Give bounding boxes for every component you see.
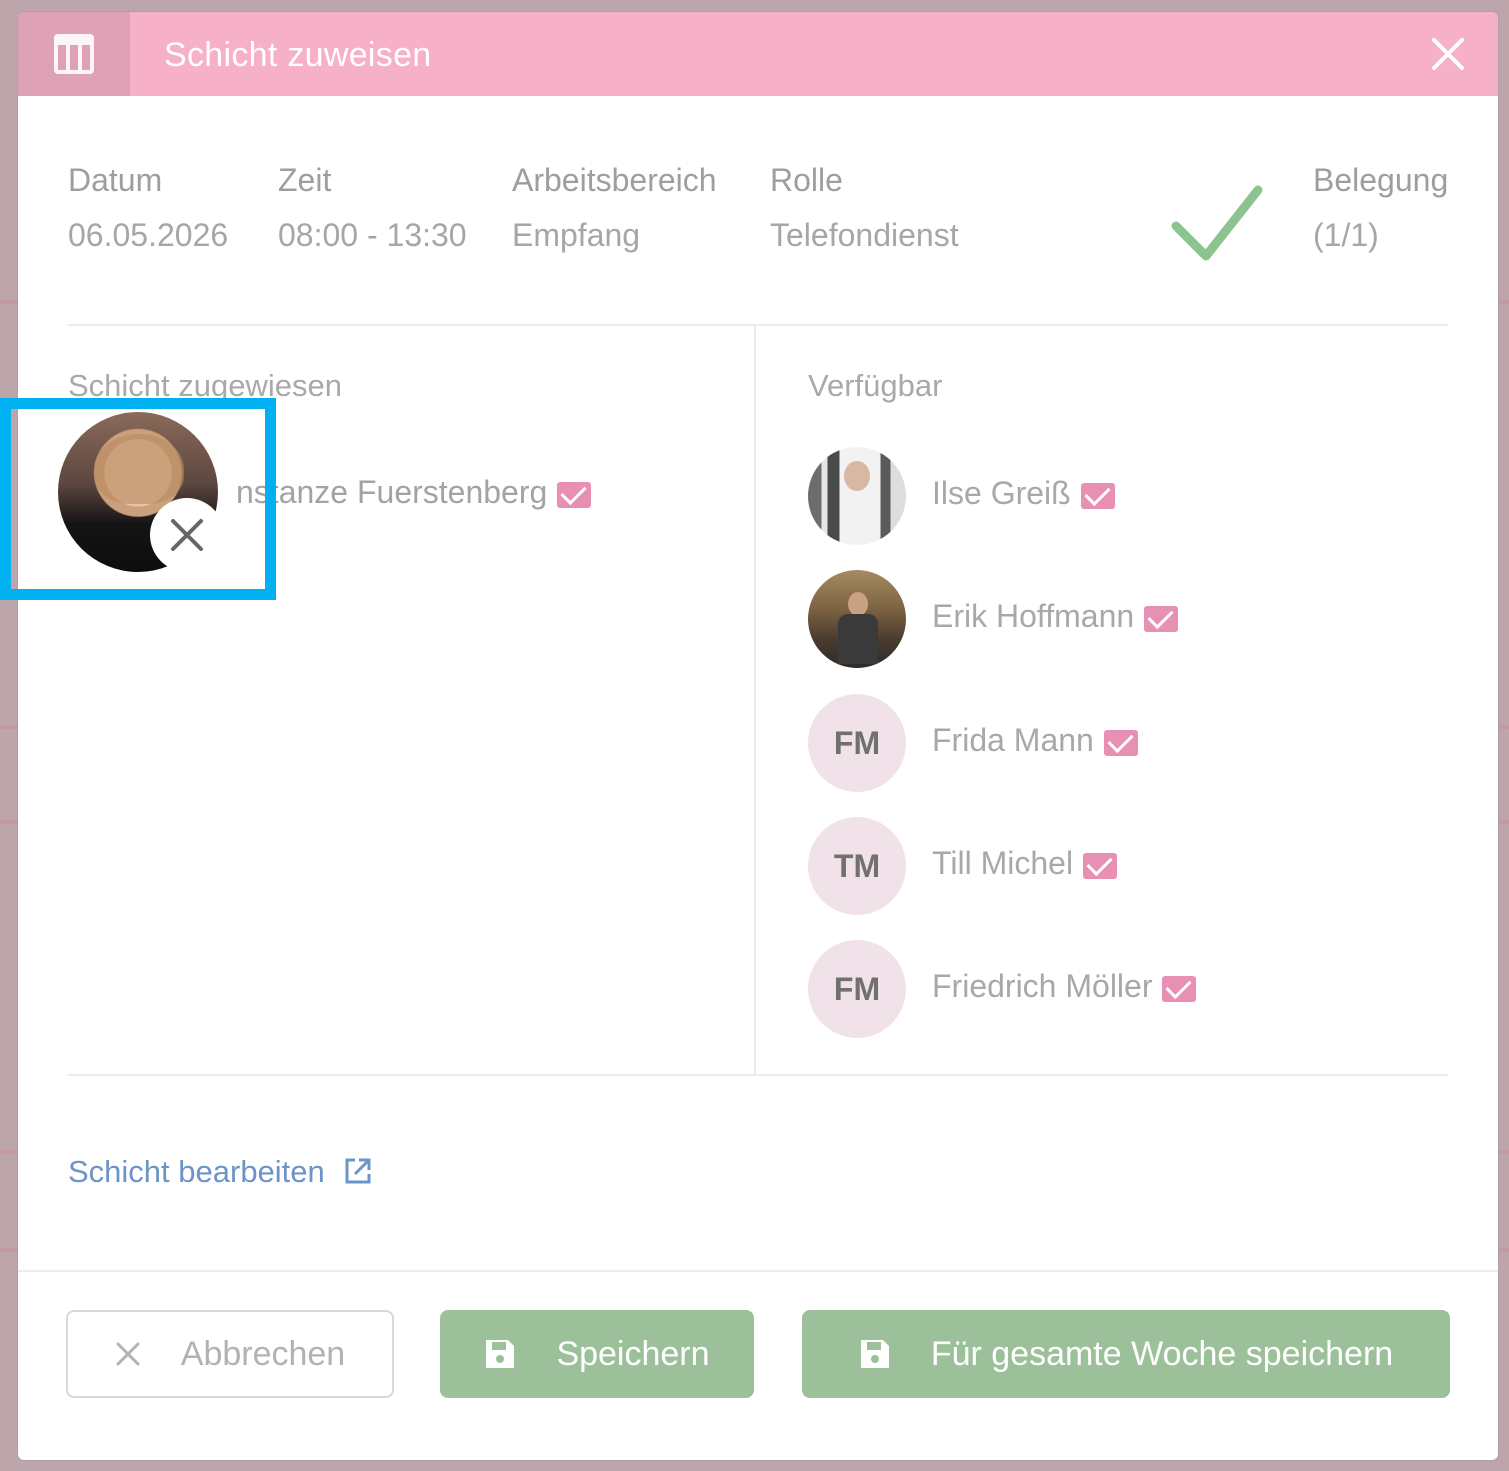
person-name: Ilse Greiß [932, 475, 1115, 512]
occupancy-value: (1/1) [1313, 217, 1379, 253]
mail-icon[interactable] [1162, 975, 1197, 1002]
list-item[interactable]: FM Friedrich Möller [808, 940, 1448, 1040]
edit-shift-link[interactable]: Schicht bearbeiten [68, 1154, 375, 1190]
save-label: Speichern [556, 1334, 710, 1373]
list-item[interactable]: FM Frida Mann [808, 694, 1448, 794]
area-value: Empfang [512, 217, 641, 253]
role-value: Telefondienst [770, 217, 959, 253]
avatar: TM [808, 817, 906, 915]
mail-icon[interactable] [1103, 729, 1138, 756]
assigned-person-label: nstanze Fuerstenberg [236, 474, 548, 510]
dialog-title: Schicht zuweisen [164, 36, 432, 74]
date-label: Datum [68, 162, 163, 198]
occupancy-label: Belegung [1313, 162, 1449, 198]
external-link-icon [345, 1158, 371, 1184]
divider-top [68, 324, 1448, 326]
area-label: Arbeitsbereich [512, 162, 717, 198]
cancel-button[interactable]: Abbrechen [66, 1310, 394, 1398]
divider-bottom [68, 1074, 1448, 1076]
person-name: Frida Mann [932, 722, 1138, 759]
date-value: 06.05.2026 [68, 217, 229, 253]
save-week-label: Für gesamte Woche speichern [930, 1334, 1394, 1373]
avatar: FM [808, 940, 906, 1038]
focus-highlight [0, 398, 276, 600]
list-item[interactable]: Erik Hoffmann [808, 570, 1448, 670]
column-divider [754, 326, 756, 1076]
mail-icon[interactable] [1080, 482, 1115, 509]
checkmark-icon [1168, 182, 1264, 271]
mail-icon[interactable] [1083, 852, 1118, 879]
person-name: Friedrich Möller [932, 968, 1197, 1005]
close-icon[interactable] [1428, 34, 1468, 74]
cancel-label: Abbrechen [180, 1334, 346, 1373]
table-layout-icon [18, 12, 130, 96]
footer-divider [18, 1270, 1498, 1272]
avatar [808, 447, 906, 545]
save-icon [484, 1338, 516, 1370]
time-label: Zeit [278, 162, 332, 198]
list-item[interactable]: TM Till Michel [808, 817, 1448, 917]
time-value: 08:00 - 13:30 [278, 217, 467, 253]
available-section-title: Verfügbar [808, 368, 943, 403]
assigned-person-name[interactable]: nstanze Fuerstenberg [236, 474, 592, 511]
list-item[interactable]: Ilse Greiß [808, 447, 1448, 547]
save-week-button[interactable]: Für gesamte Woche speichern [802, 1310, 1450, 1398]
role-label: Rolle [770, 162, 843, 198]
person-name: Till Michel [932, 845, 1118, 882]
assign-shift-dialog: Schicht zuweisen Datum 06.05.2026 Zeit 0… [18, 12, 1498, 1460]
close-icon [115, 1341, 141, 1367]
mail-icon[interactable] [1144, 605, 1179, 632]
avatar [808, 570, 906, 668]
avatar: FM [808, 694, 906, 792]
mail-icon[interactable] [557, 481, 592, 508]
save-button[interactable]: Speichern [440, 1310, 754, 1398]
dialog-header: Schicht zuweisen [18, 12, 1498, 96]
save-icon [859, 1338, 891, 1370]
edit-shift-label: Schicht bearbeiten [68, 1154, 325, 1189]
person-name: Erik Hoffmann [932, 598, 1179, 635]
